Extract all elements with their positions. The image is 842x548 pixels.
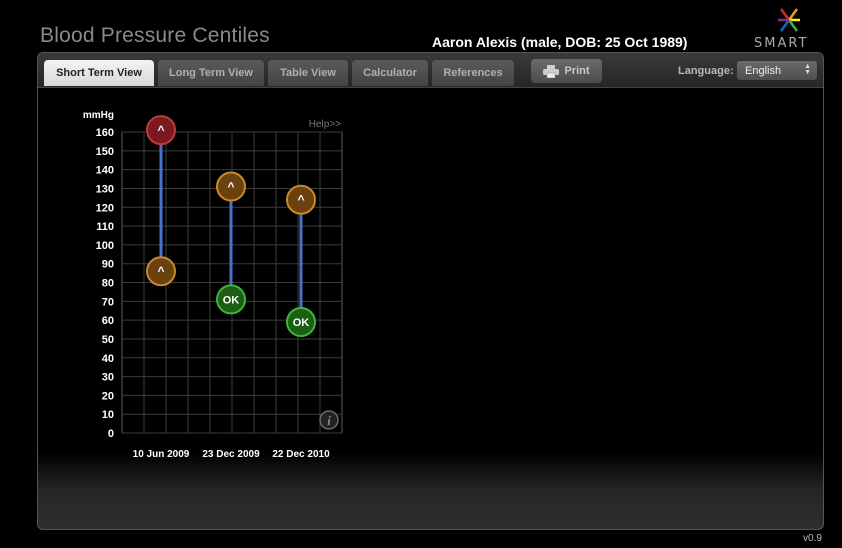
y-tick-label: 0 [108,428,114,440]
y-tick-label: 20 [102,390,114,402]
app-title: Blood Pressure Centiles [40,24,270,47]
smart-logo: SMART [752,6,822,51]
help-link[interactable]: Help>> [309,119,341,130]
y-axis-label: mmHg [83,110,114,121]
x-tick-label: 10 Jun 2009 [133,449,190,460]
main-panel: Short Term View Long Term View Table Vie… [37,52,824,530]
version-label: v0.9 [803,533,822,544]
y-tick-label: 50 [102,334,114,346]
bp-marker-label: ^ [227,180,234,194]
smart-logo-icon [778,8,800,32]
y-tick-label: 40 [102,353,114,365]
patient-info: Aaron Alexis (male, DOB: 25 Oct 1989) [432,34,688,50]
x-tick-label: 23 Dec 2009 [202,449,260,460]
bp-marker-label: ^ [297,193,304,207]
y-tick-label: 100 [96,240,114,252]
y-tick-label: 80 [102,278,114,290]
y-tick-label: 60 [102,315,114,327]
bp-chart: 0 10 20 30 40 50 60 70 80 90 100 110 120 130 140 150 160… [83,110,343,460]
info-icon-glyph: i [327,413,331,428]
y-tick-label: 160 [96,127,114,139]
bp-marker-label: ^ [157,264,164,278]
y-tick-label: 10 [102,409,114,421]
x-tick-label: 22 Dec 2010 [272,449,330,460]
bp-marker-label: ^ [157,123,164,137]
y-tick-label: 120 [96,202,114,214]
y-tick-label: 130 [96,183,114,195]
y-tick-label: 110 [96,221,114,233]
y-tick-label: 150 [96,146,114,158]
y-tick-label: 90 [102,259,114,271]
y-tick-label: 30 [102,372,114,384]
bp-marker-label: OK [293,317,310,329]
logo-text: SMART [754,36,809,51]
bp-marker-label: OK [223,294,240,306]
y-tick-label: 140 [96,165,114,177]
y-tick-label: 70 [102,296,114,308]
